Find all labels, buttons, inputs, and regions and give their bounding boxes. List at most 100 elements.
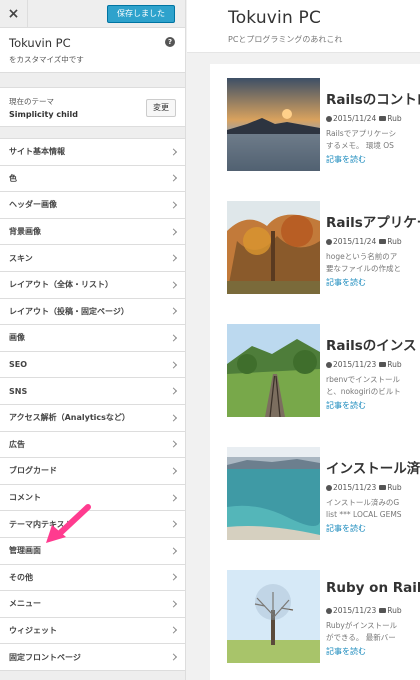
chevron-right-icon xyxy=(169,414,178,422)
clock-icon xyxy=(326,115,332,122)
section-item[interactable]: コメント xyxy=(0,484,185,512)
chevron-right-icon xyxy=(169,254,178,262)
article-meta: 2015/11/23 Rub xyxy=(326,483,402,492)
section-item[interactable]: 背景画像 xyxy=(0,218,185,246)
chevron-right-icon xyxy=(169,520,178,528)
article-title[interactable]: Railsアプリケー xyxy=(326,211,420,231)
section-label: ブログカード xyxy=(9,466,57,476)
section-item[interactable]: レイアウト（全体・リスト） xyxy=(0,271,185,299)
section-label: 固定フロントページ xyxy=(9,652,81,662)
section-item[interactable]: サイト基本情報 xyxy=(0,139,185,166)
article-category[interactable]: Rub xyxy=(387,606,401,615)
section-item[interactable]: SNS xyxy=(0,378,185,405)
section-label: SEO xyxy=(9,360,28,370)
save-button[interactable]: 保存しました xyxy=(107,5,175,23)
section-item[interactable]: アクセス解析（Analyticsなど） xyxy=(0,404,185,432)
site-preview: Tokuvin PC PCとプログラミングのあれこれ Railsのコントロ 201… xyxy=(187,0,420,680)
section-label: 画像 xyxy=(9,333,25,343)
section-item[interactable]: スキン xyxy=(0,245,185,272)
excerpt-line: インストール済みのG xyxy=(326,498,400,507)
article-thumbnail[interactable] xyxy=(227,324,320,417)
chevron-right-icon xyxy=(169,493,178,502)
chevron-right-icon xyxy=(169,174,178,182)
preview-site-description: PCとプログラミングのあれこれ xyxy=(228,35,343,44)
chevron-right-icon xyxy=(169,228,178,236)
section-label: ウィジェット xyxy=(9,625,57,635)
change-theme-button[interactable]: 変更 xyxy=(146,99,176,117)
section-item[interactable]: レイアウト（投稿・固定ページ） xyxy=(0,298,185,326)
customizer-panel: × 保存しました Tokuvin PC をカスタマイズ中です ? 現在のテーマ … xyxy=(0,0,186,680)
read-more-link[interactable]: 記事を読む xyxy=(326,523,366,534)
section-item[interactable]: ブログカード xyxy=(0,458,185,485)
section-item[interactable]: テーマ内テキスト xyxy=(0,511,185,538)
excerpt-line: と、nokogiriのビルト xyxy=(326,387,401,396)
article-thumbnail[interactable] xyxy=(227,570,320,663)
chevron-right-icon xyxy=(169,201,178,209)
article-category[interactable]: Rub xyxy=(387,114,401,123)
folder-icon xyxy=(379,608,387,613)
article-category[interactable]: Rub xyxy=(387,237,401,246)
read-more-link[interactable]: 記事を読む xyxy=(326,154,366,165)
article-card: Railsのインスト 2015/11/23 Rub rbenvでインストール と、nok… xyxy=(227,324,420,428)
customizing-label: をカスタマイズ中です xyxy=(9,55,84,64)
section-label: アクセス解析（Analyticsなど） xyxy=(9,413,130,423)
section-item[interactable]: メニュー xyxy=(0,591,185,618)
article-card: Railsアプリケー 2015/11/24 Rub hogeという名前のア 要なファイル… xyxy=(227,201,420,305)
article-thumbnail[interactable] xyxy=(227,447,320,540)
article-date: 2015/11/23 xyxy=(333,483,377,492)
help-icon[interactable]: ? xyxy=(165,37,175,47)
article-excerpt: rbenvでインストール と、nokogiriのビルト xyxy=(326,374,401,398)
excerpt-line: Rubyがインストール xyxy=(326,621,398,630)
article-card: Railsのコントロ 2015/11/24 Rub Railsでアプリケーシ するメモ。… xyxy=(227,78,420,182)
section-item[interactable]: 広告 xyxy=(0,431,185,459)
section-label: 管理画面 xyxy=(9,546,41,556)
site-title: Tokuvin PC xyxy=(9,36,71,50)
section-label: メニュー xyxy=(9,599,41,609)
section-item[interactable]: ヘッダー画像 xyxy=(0,192,185,219)
clock-icon xyxy=(326,238,332,245)
section-item[interactable]: その他 xyxy=(0,564,185,592)
section-label: サイト基本情報 xyxy=(9,147,65,157)
article-title[interactable]: Ruby on Rails xyxy=(326,580,420,596)
section-label: レイアウト（全体・リスト） xyxy=(9,280,113,290)
article-category[interactable]: Rub xyxy=(387,483,401,492)
article-date: 2015/11/23 xyxy=(333,360,377,369)
section-label: その他 xyxy=(9,572,33,582)
section-item[interactable]: 管理画面 xyxy=(0,537,185,565)
article-title[interactable]: インストール済 xyxy=(326,457,420,477)
section-item[interactable]: 画像 xyxy=(0,325,185,352)
section-label: テーマ内テキスト xyxy=(9,519,73,529)
section-label: スキン xyxy=(9,253,33,263)
article-meta: 2015/11/24 Rub xyxy=(326,114,402,123)
close-customizer-button[interactable]: × xyxy=(0,0,28,28)
preview-header: Tokuvin PC PCとプログラミングのあれこれ xyxy=(187,0,420,53)
read-more-link[interactable]: 記事を読む xyxy=(326,646,366,657)
chevron-right-icon xyxy=(169,281,178,289)
excerpt-line: Railsでアプリケーシ xyxy=(326,129,397,138)
section-item[interactable]: ウィジェット xyxy=(0,617,185,645)
excerpt-line: list *** LOCAL GEMS xyxy=(326,510,402,519)
article-list: Railsのコントロ 2015/11/24 Rub Railsでアプリケーシ するメモ。… xyxy=(210,64,420,680)
clock-icon xyxy=(326,607,332,614)
article-thumbnail[interactable] xyxy=(227,78,320,171)
clock-icon xyxy=(326,484,332,491)
chevron-right-icon xyxy=(169,387,178,395)
preview-site-title[interactable]: Tokuvin PC xyxy=(228,8,420,28)
article-thumbnail[interactable] xyxy=(227,201,320,294)
section-item[interactable]: 色 xyxy=(0,165,185,193)
read-more-link[interactable]: 記事を読む xyxy=(326,277,366,288)
article-date: 2015/11/23 xyxy=(333,606,377,615)
section-item[interactable]: 固定フロントページ xyxy=(0,644,185,671)
customizer-section-list: サイト基本情報色ヘッダー画像背景画像スキンレイアウト（全体・リスト） レイアウト（… xyxy=(0,138,185,671)
chevron-right-icon xyxy=(169,148,178,156)
article-category[interactable]: Rub xyxy=(387,360,401,369)
folder-icon xyxy=(379,485,387,490)
article-date: 2015/11/24 xyxy=(333,114,377,123)
article-meta: 2015/11/23 Rub xyxy=(326,606,402,615)
section-label: 背景画像 xyxy=(9,227,41,237)
section-item[interactable]: SEO xyxy=(0,351,185,379)
article-title[interactable]: Railsのコントロ xyxy=(326,88,420,108)
read-more-link[interactable]: 記事を読む xyxy=(326,400,366,411)
article-title[interactable]: Railsのインスト xyxy=(326,334,420,354)
article-meta: 2015/11/23 Rub xyxy=(326,360,402,369)
